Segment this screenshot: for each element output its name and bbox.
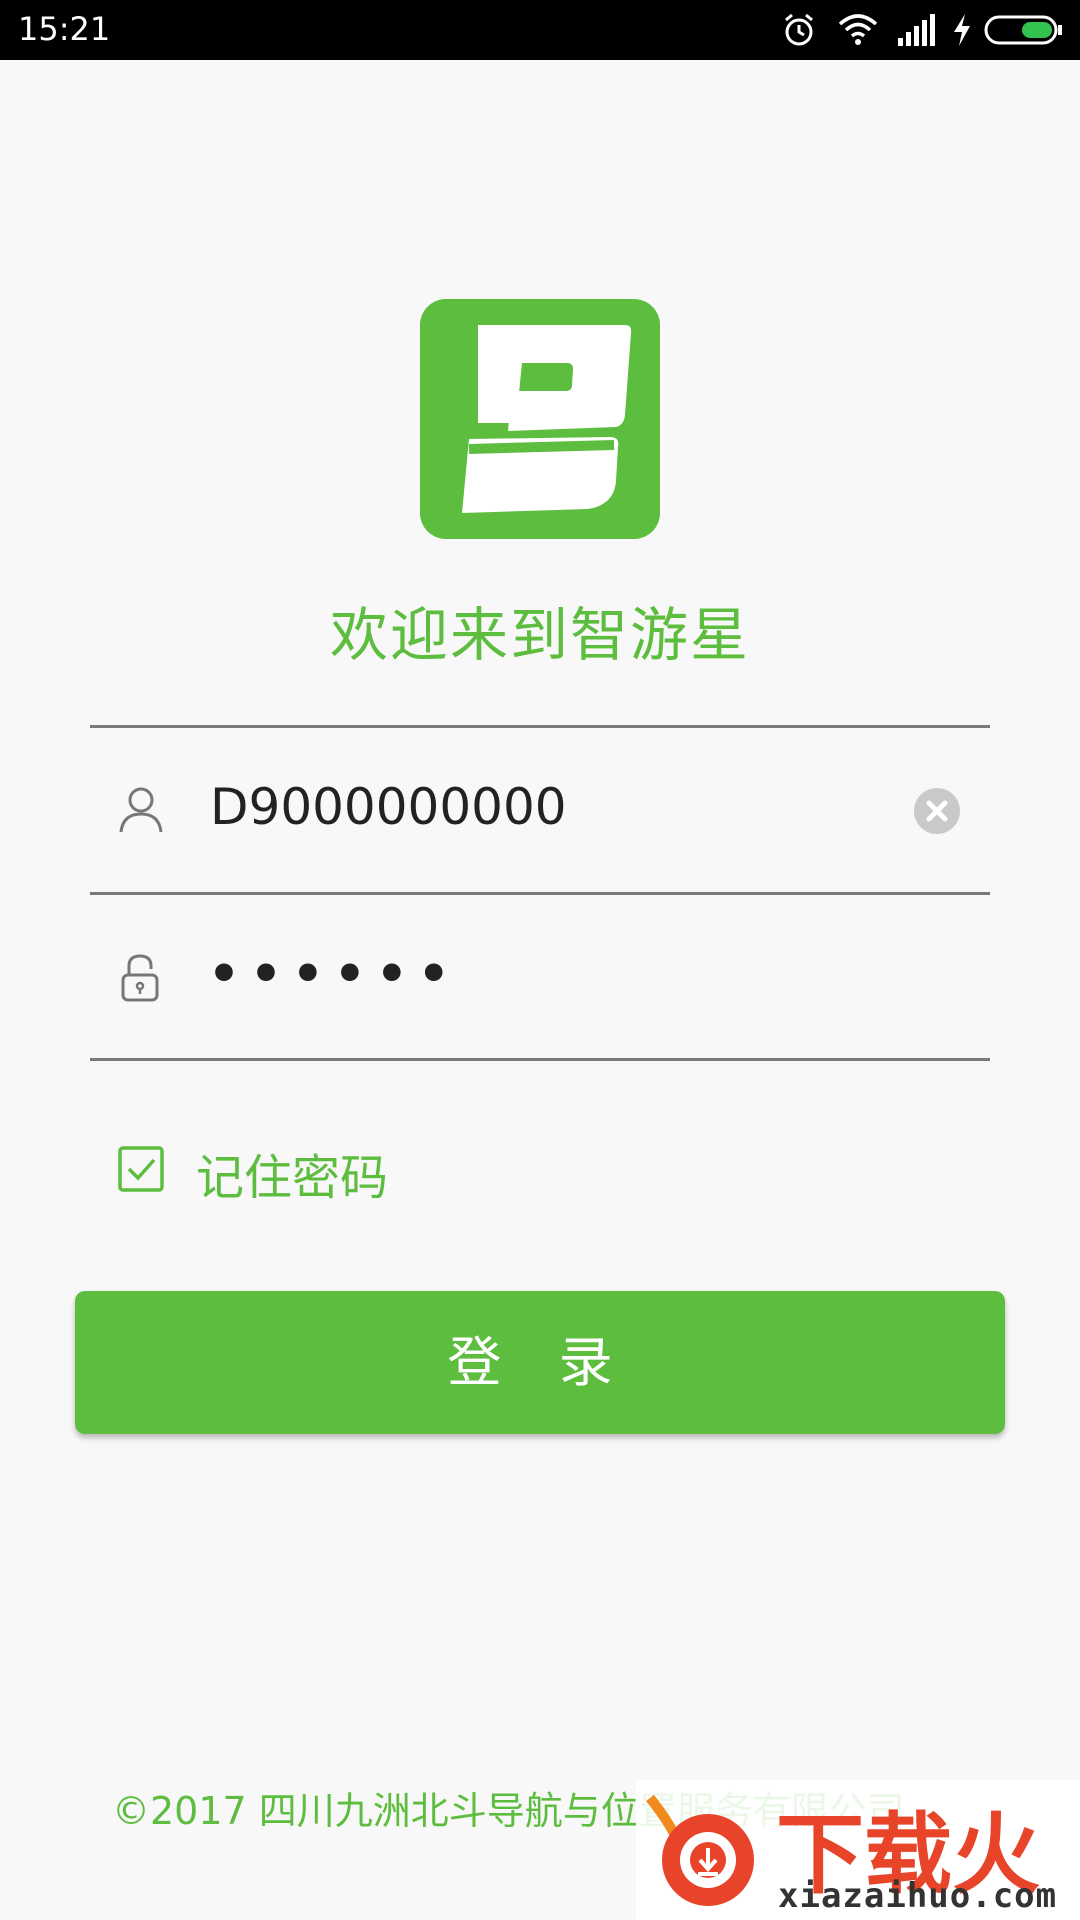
app-logo (420, 299, 660, 539)
lock-icon (121, 954, 159, 1002)
watermark-logo-icon (646, 1794, 754, 1906)
remember-password-label[interactable]: 记住密码 (196, 1138, 388, 1208)
password-input[interactable]: •••••• (208, 945, 460, 1003)
user-icon (119, 787, 163, 833)
battery-icon (984, 15, 1062, 45)
clear-username-button[interactable] (914, 788, 960, 834)
watermark-url: xiazaihuo.com (778, 1876, 1058, 1916)
welcome-title: 欢迎来到智游星 (329, 601, 750, 669)
alarm-icon (785, 13, 813, 46)
password-field[interactable]: •••••• (90, 895, 990, 1058)
clear-icon (926, 800, 948, 822)
form-divider-bottom (90, 1058, 990, 1061)
checkbox-checked-icon[interactable] (118, 1146, 164, 1192)
username-input[interactable]: D9000000000 (210, 778, 567, 836)
logo-b-icon (462, 325, 632, 513)
wifi-icon (838, 14, 878, 45)
watermark: 下载火 xiazaihuo.com (636, 1780, 1080, 1920)
username-field[interactable]: D9000000000 (90, 728, 990, 892)
status-bar: 15:21 (0, 0, 1080, 60)
login-button[interactable]: 登 录 (75, 1291, 1005, 1434)
charging-icon (954, 14, 970, 46)
signal-icon (898, 14, 935, 46)
status-time: 15:21 (18, 10, 111, 48)
